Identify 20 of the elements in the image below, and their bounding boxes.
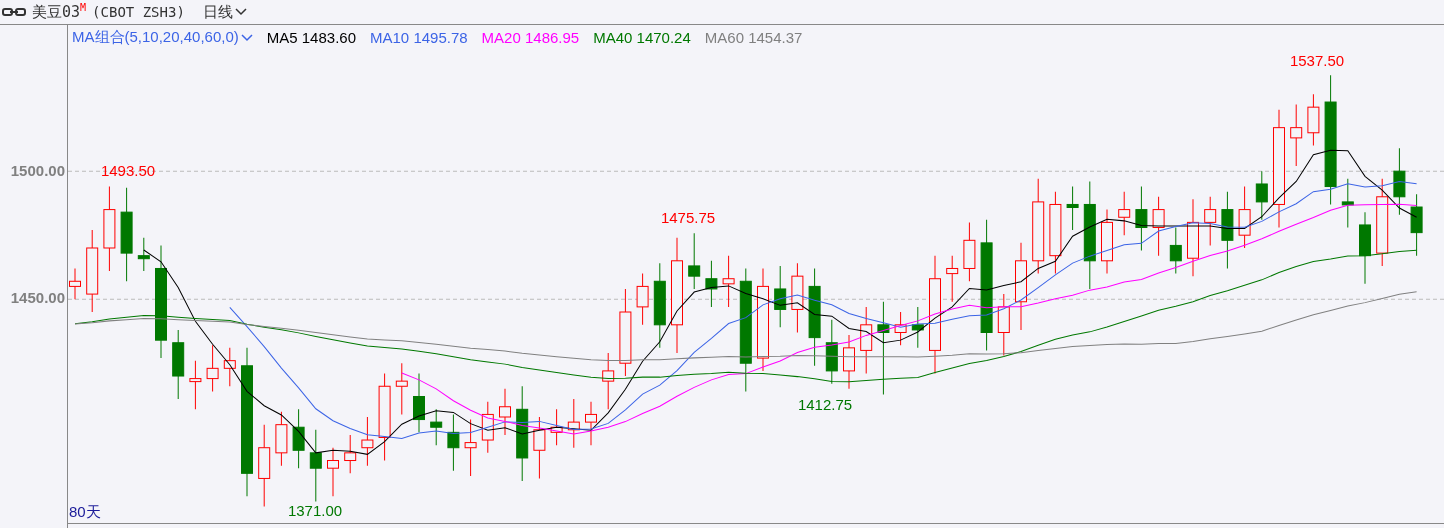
ma-combo-dropdown[interactable]: MA组合(5,10,20,40,60,0) <box>72 28 253 47</box>
y-axis-label: 1500.00 <box>10 161 65 179</box>
chevron-down-icon <box>240 33 253 42</box>
ma-legend-item: MA5 1483.60 <box>266 29 356 46</box>
price-annotation: 1412.75 <box>797 396 853 413</box>
link-icon <box>2 7 26 17</box>
ma-legend-item: MA60 1454.37 <box>704 29 803 46</box>
range-label: 80天 <box>69 503 101 522</box>
price-annotation: 1475.75 <box>660 209 716 226</box>
price-annotation: 1493.50 <box>100 162 156 179</box>
chevron-down-icon <box>234 8 247 16</box>
instrument-code: (CBOT ZSH3) <box>92 4 185 20</box>
price-annotation: 1537.50 <box>1289 52 1345 69</box>
period-dropdown[interactable]: 日线 <box>190 2 247 22</box>
ma-legend-item: MA20 1486.95 <box>481 29 580 46</box>
instrument-title: 美豆03$^{M}$ <box>32 2 87 22</box>
ma-legend-item: MA40 1470.24 <box>593 29 691 46</box>
y-axis-label: 1450.00 <box>10 288 65 306</box>
price-annotation: 1371.00 <box>287 502 343 519</box>
ma-legend-item: MA10 1495.78 <box>370 29 468 46</box>
